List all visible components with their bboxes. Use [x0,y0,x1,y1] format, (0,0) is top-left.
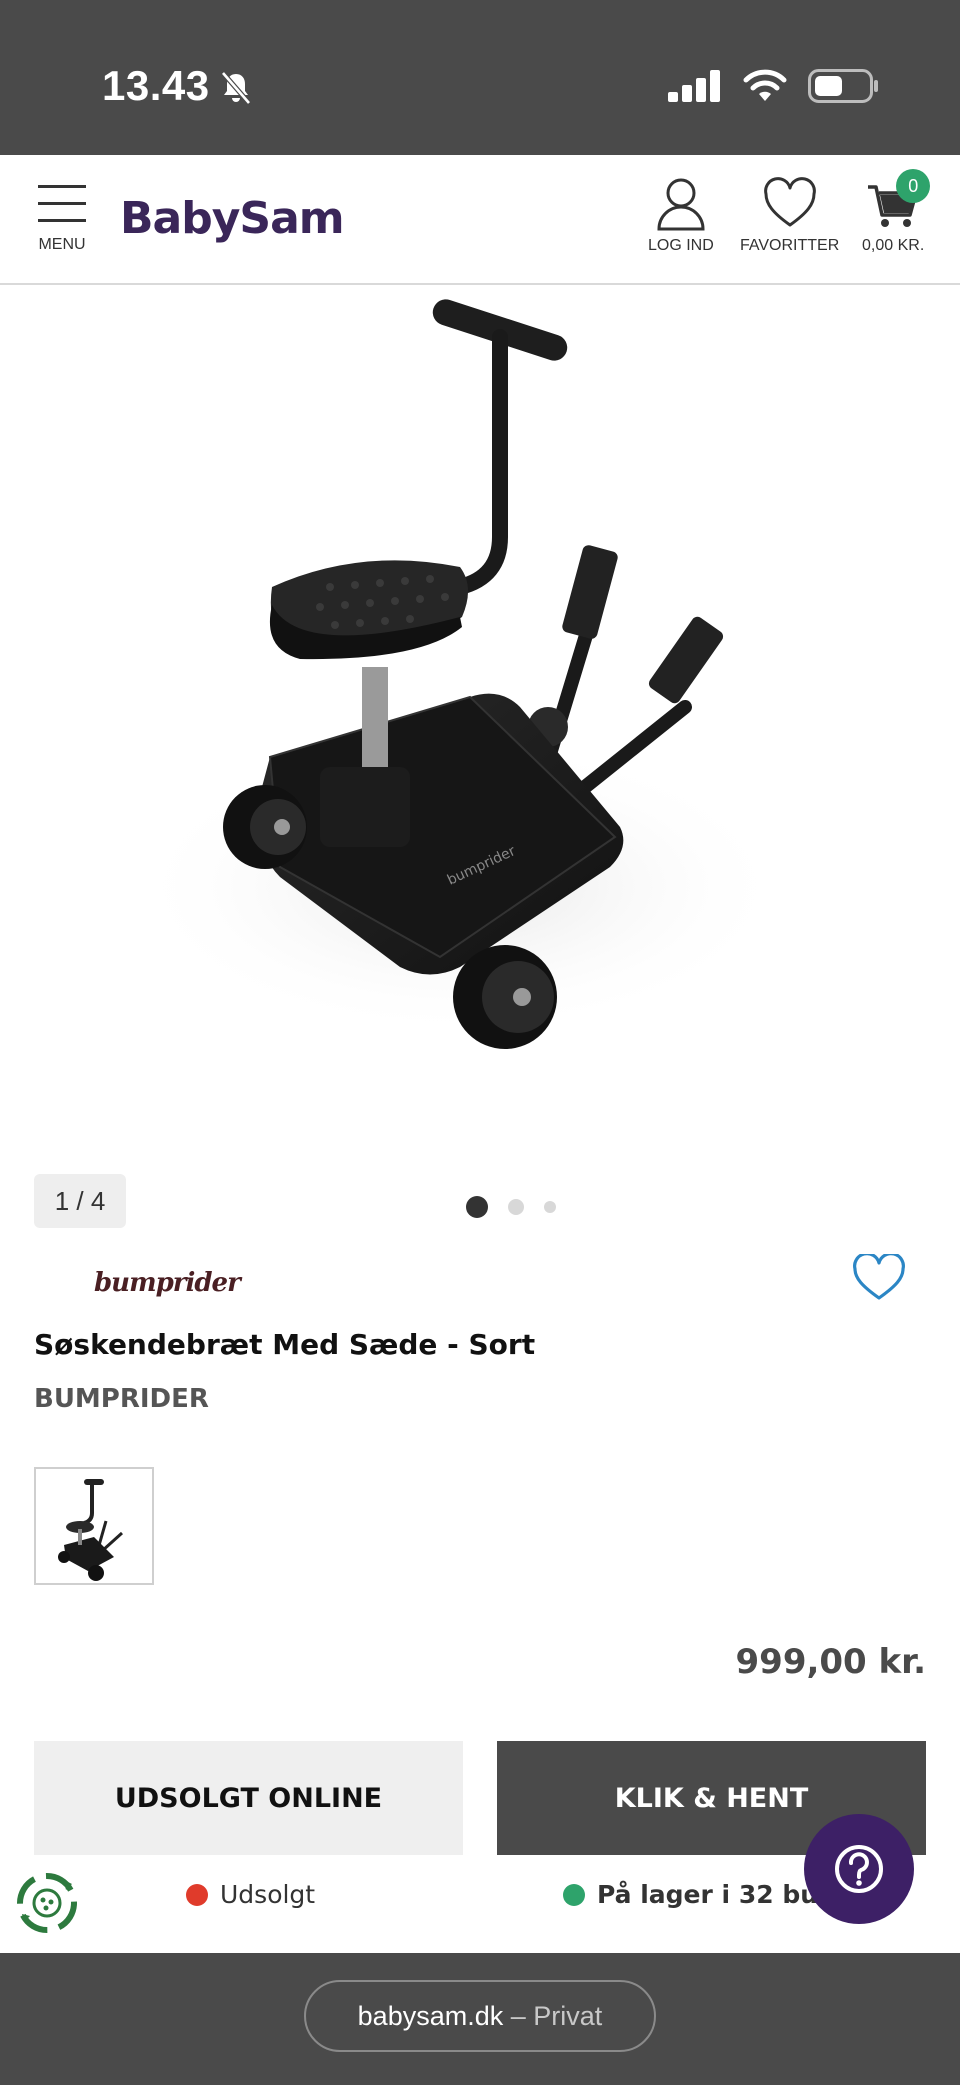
carousel-dot[interactable] [508,1199,524,1215]
menu-button[interactable]: MENU [34,185,90,254]
bell-slash-icon [221,71,251,105]
thumbnail-image [58,1479,124,1581]
sold-out-online-button[interactable]: UDSOLGT ONLINE [34,1741,463,1855]
cart-button[interactable]: 0,00 KR. 0 [862,169,931,255]
login-label: LOG IND [648,237,714,254]
image-counter: 1 / 4 [34,1174,126,1228]
recycle-icon[interactable] [14,1870,80,1936]
status-bar: 13.43 [0,0,960,155]
carousel-dots [466,1196,556,1218]
signal-icon [668,70,720,102]
carousel-dot[interactable] [544,1201,556,1213]
login-button[interactable]: LOG IND [648,177,714,255]
product-image[interactable]: bumprider [0,287,960,1157]
site-logo[interactable]: BabySam [120,193,345,244]
cart-total: 0,00 KR. [862,237,925,254]
address-bar[interactable]: babysam.dk – Privat [304,1980,656,2052]
url-domain: babysam.dk [357,2001,504,2031]
brand-logo[interactable]: bumprider [94,1268,241,1298]
cart-count-badge: 0 [896,169,931,203]
product-price: 999,00 kr. [735,1642,927,1682]
favorites-button[interactable]: FAVORITTER [740,177,839,255]
heart-icon [763,177,816,227]
wifi-icon [743,69,787,101]
product-photo: bumprider [130,299,790,1049]
status-dot-red [186,1883,208,1906]
menu-icon [34,185,90,222]
menu-label: MENU [38,236,86,253]
browser-bottom-bar: babysam.dk – Privat [0,1953,960,2085]
online-status-text: Udsolgt [220,1880,316,1909]
user-icon [657,178,705,231]
product-thumbnail[interactable] [34,1467,154,1585]
online-status: Udsolgt [186,1880,315,1909]
url-separator: – [510,2001,526,2031]
carousel-dot[interactable] [466,1196,488,1218]
help-button[interactable] [804,1814,914,1924]
site-header: MENU BabySam LOG IND FAVORITTER 0,00 KR.… [0,155,960,285]
product-title: Søskendebræt Med Sæde - Sort [34,1328,536,1361]
browsing-mode: Privat [533,2001,603,2031]
favorites-label: FAVORITTER [740,237,840,254]
favorite-heart-icon[interactable] [852,1254,906,1302]
product-brand[interactable]: BUMPRIDER [34,1384,209,1414]
status-dot-green [563,1883,585,1906]
status-time: 13.43 [102,62,210,109]
help-icon [835,1845,883,1893]
battery-icon [808,69,878,103]
